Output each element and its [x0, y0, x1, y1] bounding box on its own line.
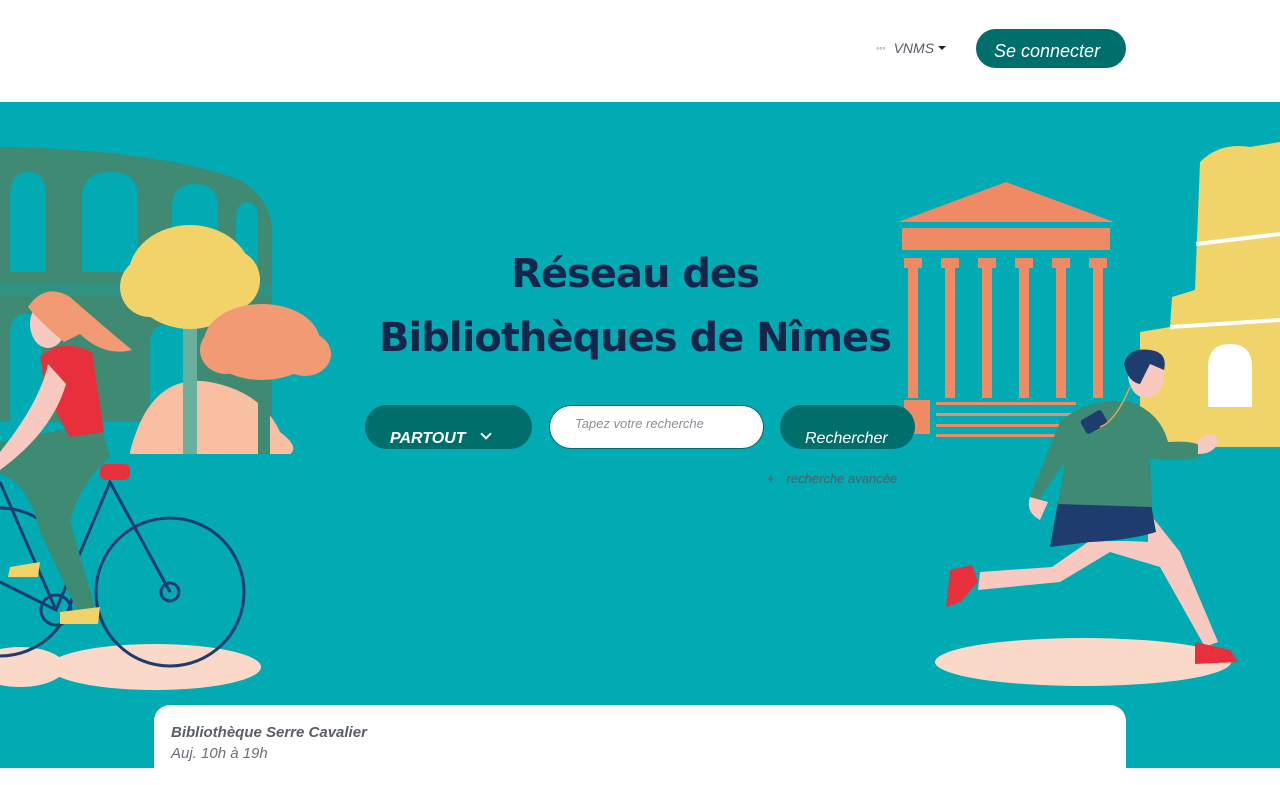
page-title-line2: Bibliothèques de Nîmes [379, 315, 892, 361]
plus-icon: + [767, 471, 775, 486]
search-input[interactable] [549, 405, 764, 449]
caret-down-icon [938, 46, 947, 50]
page-title: Réseau des Bibliothèques de Nîmes [330, 242, 940, 370]
top-bar: ◦◦◦ VNMS Se connecter [0, 0, 1280, 102]
chevron-down-icon [479, 428, 492, 440]
advanced-search-link[interactable]: + recherche avancée [767, 471, 897, 486]
login-button[interactable]: Se connecter [976, 29, 1126, 68]
ground-shape [49, 644, 261, 690]
library-hours: Auj. 10h à 19h [171, 745, 268, 762]
network-menu-label: VNMS [893, 40, 935, 56]
page-title-line1: Réseau des [511, 251, 760, 297]
search-scope-selector[interactable]: PARTOUT [365, 405, 532, 449]
library-info-card[interactable]: Bibliothèque Serre Cavalier Auj. 10h à 1… [154, 705, 1126, 785]
ruin-illustration [1140, 142, 1280, 447]
advanced-search-label: recherche avancée [786, 471, 898, 486]
dots-icon: ◦◦◦ [876, 43, 886, 53]
hero-banner: Réseau des Bibliothèques de Nîmes PARTOU… [0, 102, 1280, 768]
search-scope-label: PARTOUT [390, 430, 466, 447]
library-name: Bibliothèque Serre Cavalier [171, 724, 367, 741]
search-button[interactable]: Rechercher [780, 405, 915, 449]
network-menu[interactable]: ◦◦◦ VNMS [876, 38, 947, 58]
